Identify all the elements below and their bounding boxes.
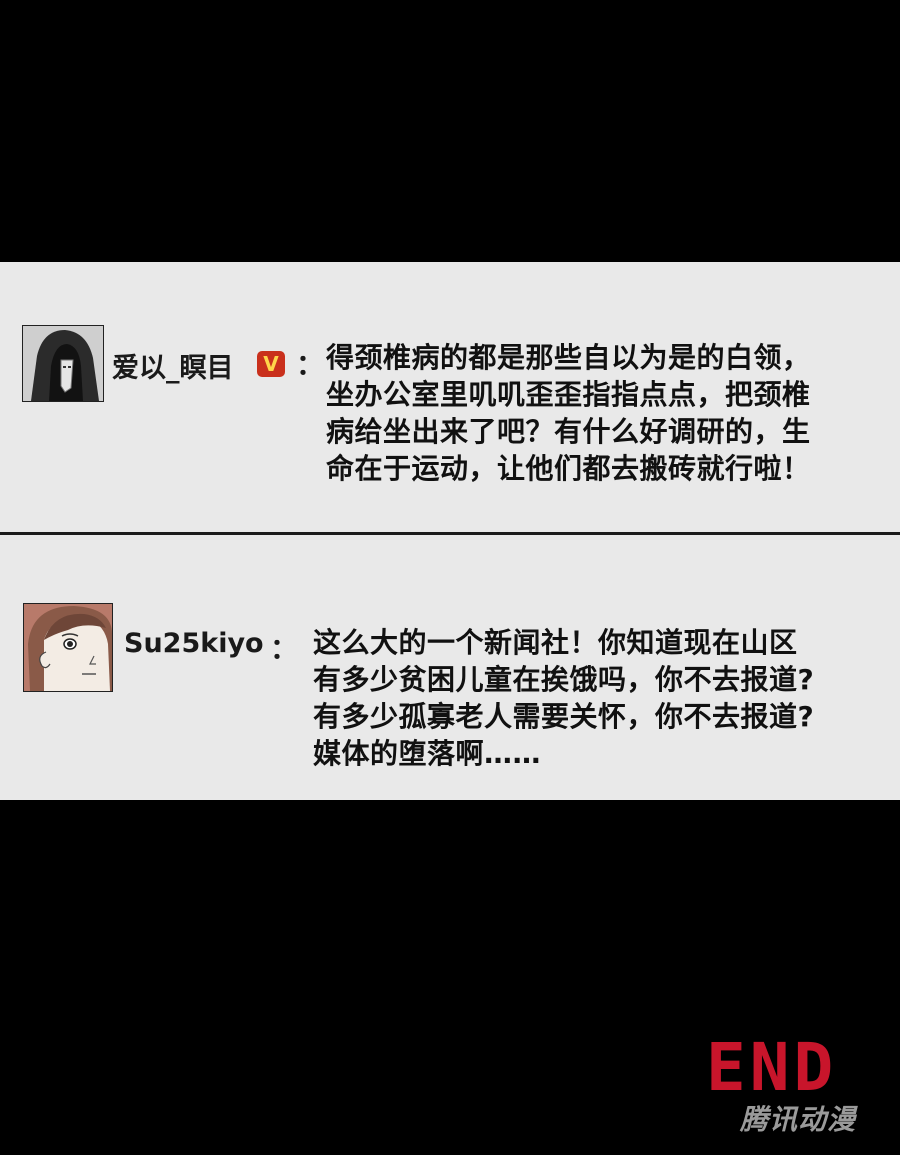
avatar-woman-face (23, 603, 113, 692)
comment-2-username: Su25kiyo (124, 628, 264, 659)
comment-1-separator: ： (296, 348, 325, 381)
vip-badge-icon: V (257, 351, 285, 377)
watermark-logo: 腾讯动漫 (740, 1103, 857, 1136)
comment-line: 这么大的一个新闻社！你知道现在山区 (313, 626, 798, 659)
comment-line: 坐办公室里叽叽歪歪指指点点，把颈椎 (326, 378, 811, 411)
comment-2-text: 这么大的一个新闻社！你知道现在山区 有多少贫困儿童在挨饿吗，你不去报道? 有多少… (313, 624, 814, 772)
comment-line: 有多少贫困儿童在挨饿吗，你不去报道? (313, 663, 815, 696)
comment-line: 媒体的堕落啊…… (313, 737, 542, 770)
comment-line: 命在于运动，让他们都去搬砖就行啦！ (326, 452, 811, 485)
avatar-hooded-figure (22, 325, 104, 402)
end-label: END (706, 1029, 838, 1106)
comment-line: 得颈椎病的都是那些自以为是的白领， (326, 341, 811, 374)
comment-line: 有多少孤寡老人需要关怀，你不去报道? (313, 700, 815, 733)
comment-2-separator: ： (270, 632, 299, 665)
comment-1-text: 得颈椎病的都是那些自以为是的白领， 坐办公室里叽叽歪歪指指点点，把颈椎 病给坐出… (326, 339, 811, 487)
comment-line: 病给坐出来了吧？有什么好调研的，生 (326, 415, 811, 448)
comment-1-username: 爱以_瞑目 (112, 353, 234, 384)
